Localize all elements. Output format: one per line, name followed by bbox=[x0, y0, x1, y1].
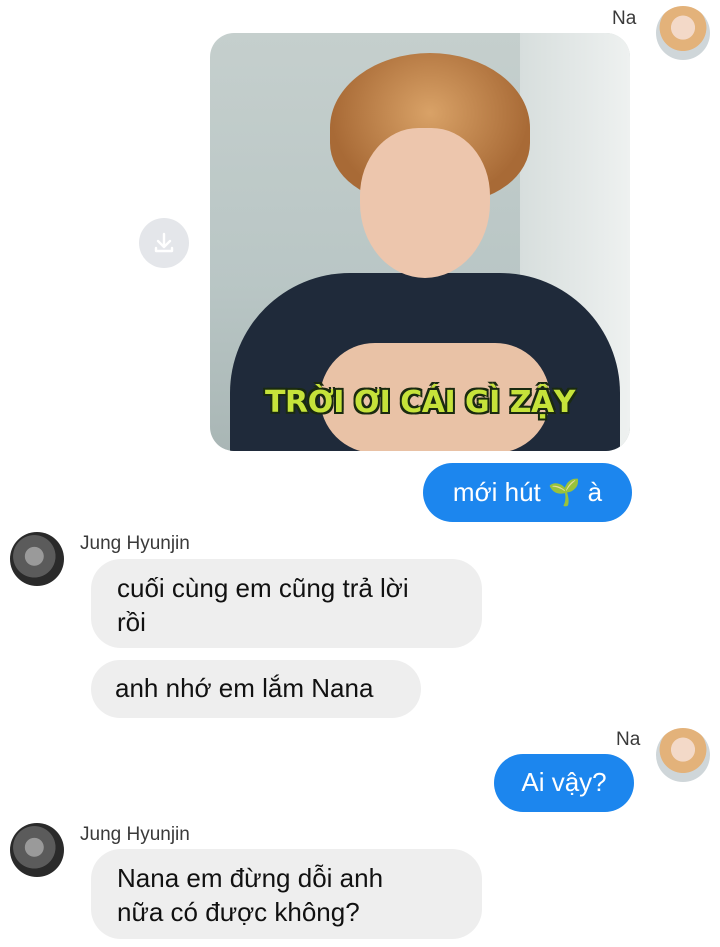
message-text-line: rồi bbox=[117, 607, 146, 637]
message-bubble-outgoing[interactable]: mới hút 🌱 à bbox=[423, 463, 632, 522]
avatar-jung-hyunjin[interactable] bbox=[10, 823, 64, 877]
avatar-na[interactable] bbox=[656, 728, 710, 782]
avatar-jung-hyunjin[interactable] bbox=[10, 532, 64, 586]
message-text: Ai vậy? bbox=[521, 767, 607, 797]
message-bubble-outgoing[interactable]: Ai vậy? bbox=[494, 754, 634, 812]
sender-name-jung-hyunjin: Jung Hyunjin bbox=[80, 824, 190, 845]
sender-name-na: Na bbox=[612, 8, 637, 29]
sender-name-jung-hyunjin: Jung Hyunjin bbox=[80, 533, 190, 554]
shared-image[interactable]: TRỜI ƠI CÁI GÌ ZẬY bbox=[210, 33, 630, 451]
message-text: anh nhớ em lắm Nana bbox=[115, 673, 374, 703]
message-text-line: cuối cùng em cũng trả lời bbox=[117, 573, 409, 603]
image-figure-face bbox=[360, 128, 490, 278]
download-button[interactable] bbox=[139, 218, 189, 268]
message-text-line: Nana em đừng dỗi anh bbox=[117, 863, 384, 893]
message-bubble-incoming[interactable]: Nana em đừng dỗi anh nữa có được không? bbox=[91, 849, 482, 939]
message-text: mới hút 🌱 à bbox=[452, 477, 603, 507]
image-caption: TRỜI ƠI CÁI GÌ ZẬY bbox=[265, 385, 575, 420]
download-icon bbox=[154, 232, 174, 253]
message-bubble-incoming[interactable]: anh nhớ em lắm Nana bbox=[91, 660, 421, 718]
avatar-na[interactable] bbox=[656, 6, 710, 60]
message-text-line: nữa có được không? bbox=[117, 897, 360, 927]
sender-name-na: Na bbox=[616, 729, 641, 750]
message-bubble-incoming[interactable]: cuối cùng em cũng trả lời rồi bbox=[91, 559, 482, 648]
